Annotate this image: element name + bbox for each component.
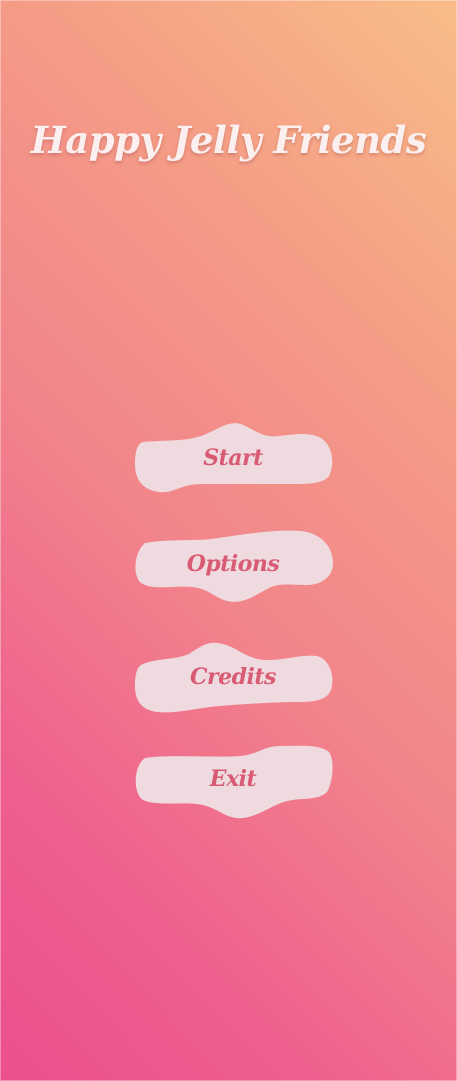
exit-button-label: Exit [209, 766, 257, 792]
credits-button-label: Credits [190, 664, 276, 690]
options-button-label: Options [186, 551, 280, 577]
start-button-label: Start [203, 445, 263, 471]
game-title: Happy Jelly Friends [30, 118, 427, 162]
options-button[interactable]: Options [131, 525, 335, 609]
exit-button[interactable]: Exit [131, 740, 335, 824]
start-button[interactable]: Start [131, 418, 335, 502]
credits-button[interactable]: Credits [131, 636, 335, 720]
